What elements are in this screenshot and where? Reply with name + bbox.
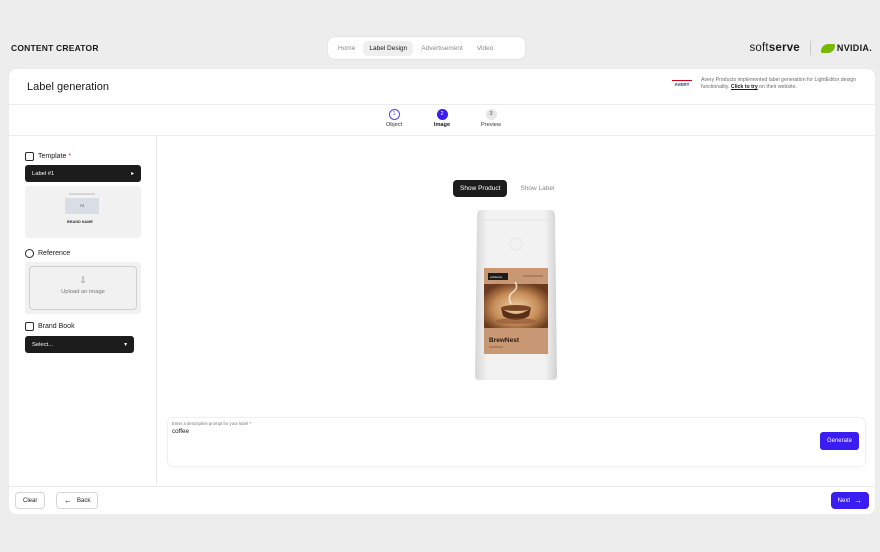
prompt-input[interactable]: coffee (172, 428, 189, 435)
nvidia-eye-icon (820, 43, 835, 53)
arrow-left-icon: ← (64, 496, 72, 505)
app-title: CONTENT CREATOR (11, 43, 99, 53)
arrow-right-icon: → (854, 496, 862, 505)
step-object[interactable]: 1 Object (374, 109, 414, 128)
avery-logo: AVERY (672, 80, 692, 90)
step-number: 3 (485, 109, 497, 120)
generate-button[interactable]: Generate (819, 432, 859, 450)
upload-icon: ⇩ (79, 275, 87, 285)
nvidia-logo: NVIDIA. (820, 43, 872, 53)
nav-label-design[interactable]: Label Design (363, 40, 414, 56)
nav-advertisement[interactable]: Advertisement (415, 41, 469, 56)
nav-video[interactable]: Video (471, 41, 500, 56)
chevron-right-icon: ▸ (131, 170, 134, 177)
template-select[interactable]: Label #1 ▸ (25, 165, 141, 182)
sidebar: Template * Label #1 ▸ AI BRAND NAME Refer… (9, 136, 157, 486)
coffee-bag-preview: softserve BrewNest (475, 210, 557, 380)
stepper: 1 Object 2 Image 3 Preview (9, 105, 875, 136)
avery-text: Avery Products implemented label generat… (701, 77, 857, 90)
step-number: 2 (436, 109, 448, 120)
nav-home[interactable]: Home (332, 41, 361, 56)
book-icon (25, 322, 34, 331)
softserve-logo: softserve (749, 42, 800, 54)
show-product-toggle[interactable]: Show Product (453, 180, 508, 197)
view-toggle: Show Product Show Label (453, 180, 567, 197)
main-area: Show Product Show Label softserve BrewNe… (157, 136, 875, 486)
thumb-image: AI (65, 198, 99, 214)
step-preview[interactable]: 3 Preview (471, 109, 511, 128)
step-label: Object (385, 122, 403, 128)
template-thumbnail[interactable]: AI BRAND NAME (25, 186, 141, 238)
page-title: Label generation (27, 81, 109, 93)
label-product-text: BrewNest (489, 337, 520, 344)
footer-bar: Clear ← Back Next → (9, 486, 875, 514)
top-bar: CONTENT CREATOR Home Label Design Advert… (0, 34, 880, 62)
brand-logos: softserve NVIDIA. (749, 39, 872, 57)
step-label: Image (433, 122, 451, 128)
reference-icon (25, 249, 34, 258)
prompt-label: Enter a descriptive prompt for your labe… (172, 421, 252, 426)
avery-note: AVERY Avery Products implemented label g… (672, 77, 861, 91)
template-icon (25, 152, 34, 161)
next-button[interactable]: Next → (830, 492, 869, 509)
avery-try-link[interactable]: Click to try (731, 84, 758, 90)
brand-divider (809, 41, 811, 55)
back-button[interactable]: ← Back (56, 492, 99, 509)
label-brand-text: softserve (490, 275, 503, 279)
brand-book-select[interactable]: Select... ▾ (25, 336, 134, 353)
step-number: 1 (388, 109, 400, 120)
thumb-brand: BRAND NAME (67, 220, 93, 224)
step-label: Preview (481, 122, 501, 128)
chevron-down-icon: ▾ (124, 341, 127, 348)
show-label-toggle[interactable]: Show Label (513, 180, 561, 197)
brand-book-heading: Brand Book (25, 322, 75, 331)
step-image[interactable]: 2 Image (422, 109, 462, 128)
label-generation-card: Label generation AVERY Avery Products im… (9, 69, 875, 514)
card-header: Label generation AVERY Avery Products im… (9, 69, 875, 105)
reference-heading: Reference (25, 249, 70, 258)
main-nav: Home Label Design Advertisement Video (328, 37, 525, 59)
clear-button[interactable]: Clear (15, 492, 46, 509)
prompt-field[interactable]: Enter a descriptive prompt for your labe… (168, 418, 865, 466)
upload-text: Upload an image (61, 289, 105, 295)
template-heading: Template * (25, 152, 71, 161)
reference-upload-area[interactable]: ⇩ Upload an image (25, 262, 141, 314)
